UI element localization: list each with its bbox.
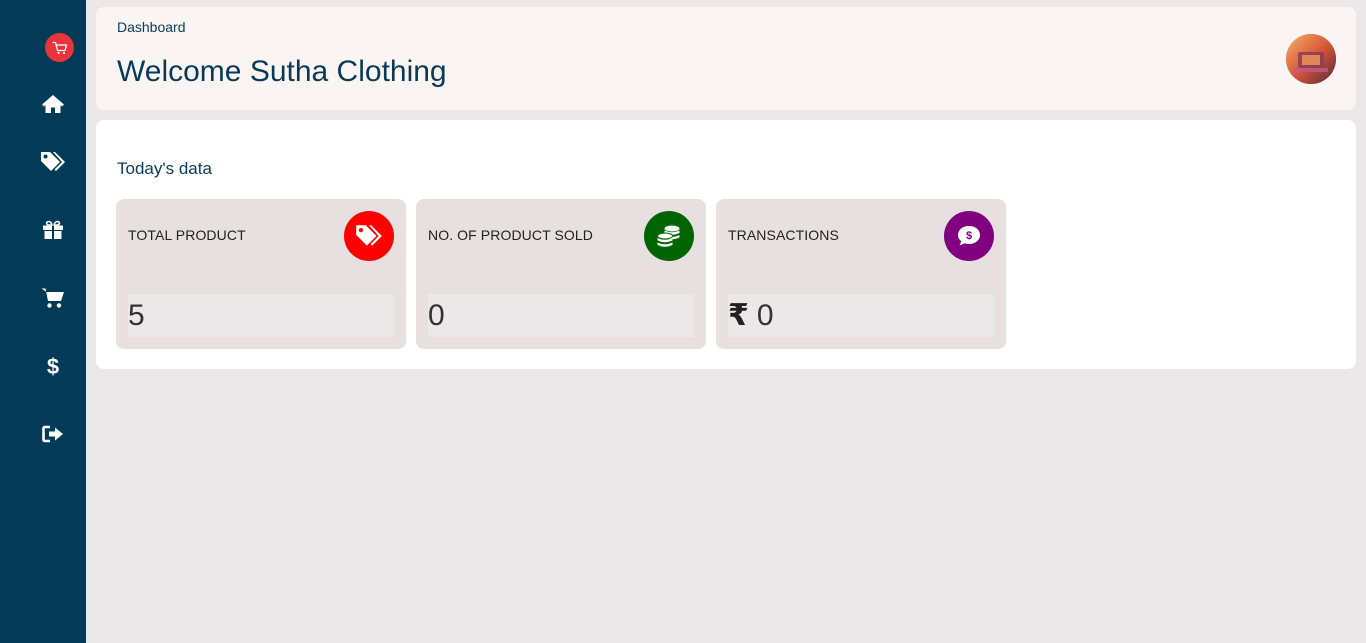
profile-avatar-image bbox=[1286, 34, 1336, 84]
card-label: TOTAL PRODUCT bbox=[128, 227, 246, 243]
card-label: NO. OF PRODUCT SOLD bbox=[428, 227, 593, 243]
card-icon-badge: $ bbox=[944, 211, 994, 261]
card-product-sold: NO. OF PRODUCT SOLD 0 bbox=[416, 199, 706, 349]
avatar[interactable] bbox=[1286, 34, 1336, 84]
card-value-box: 0 bbox=[428, 294, 694, 337]
card-total-product: TOTAL PRODUCT 5 bbox=[116, 199, 406, 349]
section-title: Today's data bbox=[117, 159, 212, 178]
page-header: Dashboard Welcome Sutha Clothing bbox=[96, 7, 1356, 110]
cart-outline-icon bbox=[51, 41, 67, 54]
card-icon-badge bbox=[344, 211, 394, 261]
transactions-amount: 0 bbox=[756, 298, 774, 332]
comment-dollar-icon: $ bbox=[958, 226, 980, 246]
card-transactions: TRANSACTIONS $ ₹ 0 bbox=[716, 199, 1006, 349]
sidebar: $ bbox=[0, 0, 86, 643]
total-product-value: 5 bbox=[128, 298, 145, 332]
coins-icon bbox=[657, 225, 680, 247]
sidebar-item-orders[interactable] bbox=[38, 285, 68, 311]
dollar-icon: $ bbox=[47, 354, 59, 378]
page-title: Welcome Sutha Clothing bbox=[117, 55, 447, 88]
today-data-panel: Today's data TOTAL PRODUCT 5 NO. OF PROD… bbox=[96, 120, 1356, 369]
sign-out-icon bbox=[42, 425, 63, 443]
svg-text:$: $ bbox=[47, 354, 59, 378]
breadcrumb[interactable]: Dashboard bbox=[117, 19, 186, 35]
sidebar-item-products[interactable] bbox=[38, 149, 68, 175]
svg-text:$: $ bbox=[966, 230, 972, 242]
product-sold-value: 0 bbox=[428, 298, 445, 332]
sidebar-item-logout[interactable] bbox=[38, 421, 68, 447]
gift-icon bbox=[43, 220, 63, 239]
card-value-box: 5 bbox=[128, 294, 394, 337]
home-icon bbox=[42, 95, 64, 113]
card-value-box: ₹ 0 bbox=[728, 294, 994, 337]
card-label: TRANSACTIONS bbox=[728, 227, 839, 243]
sidebar-item-payments[interactable]: $ bbox=[38, 353, 68, 379]
tags-icon bbox=[356, 225, 382, 246]
cart-icon bbox=[41, 288, 64, 308]
logo[interactable] bbox=[45, 33, 74, 62]
card-icon-badge bbox=[644, 211, 694, 261]
sidebar-item-gifts[interactable] bbox=[38, 217, 68, 243]
tags-icon bbox=[41, 152, 65, 171]
transactions-value: ₹ 0 bbox=[728, 298, 774, 333]
rupee-icon: ₹ bbox=[728, 299, 749, 332]
sidebar-item-home[interactable] bbox=[38, 91, 68, 117]
